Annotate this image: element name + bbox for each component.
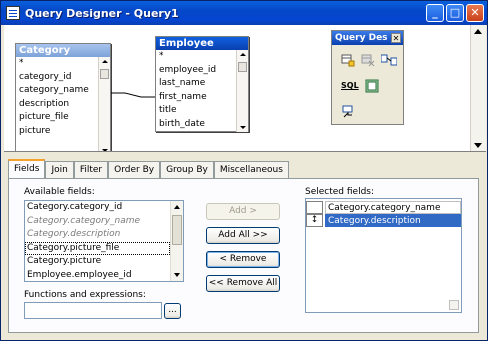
add-all-button[interactable]: Add All >> [206,227,280,244]
available-fields-list[interactable]: Category.category_id Category.category_n… [24,200,184,282]
list-item[interactable]: Category.category_name [25,215,183,229]
selected-field-row[interactable]: Category.category_name [306,201,461,214]
selected-field-row[interactable]: ↕ Category.description [306,214,461,227]
tab-group-by[interactable]: Group By [160,161,214,178]
title-bar[interactable]: Query Designer - Query1 _ □ ✕ [1,1,487,25]
query-diagram-pane[interactable]: Category * category_id category_name des… [4,25,486,152]
table-field[interactable]: * [19,57,110,71]
tab-order-by[interactable]: Order By [108,161,161,178]
selected-field-name[interactable]: Category.description [325,214,461,227]
functions-expressions-input[interactable] [24,302,162,319]
table-field[interactable]: description [19,98,110,112]
scroll-up-icon[interactable] [102,60,108,63]
join-line[interactable] [111,85,156,105]
tab-filter[interactable]: Filter [73,161,109,178]
diagram-scrollbar[interactable] [470,25,486,151]
minimize-button[interactable]: _ [426,4,444,22]
close-button[interactable]: ✕ [466,4,484,22]
list-item[interactable]: Category.description [25,228,183,242]
table-field[interactable]: birth_date [159,118,248,132]
scroll-thumb[interactable] [100,69,109,79]
table-field[interactable]: category_id [19,71,110,85]
table-field[interactable]: category_name [19,84,110,98]
toolbox-close-icon[interactable]: ✕ [391,33,401,43]
category-table[interactable]: Category * category_id category_name des… [15,43,111,151]
pane-splitter[interactable] [4,152,486,156]
list-item[interactable]: Employee.employee_id [25,269,183,282]
join-icon[interactable] [380,53,398,67]
table-field[interactable]: picture [19,125,110,139]
drag-handle-icon[interactable] [306,201,323,214]
resize-grip[interactable] [449,300,459,310]
table-field[interactable]: first_name [159,91,248,105]
table-title[interactable]: Category [16,44,110,57]
sql-icon[interactable]: SQL [341,79,359,93]
table-title[interactable]: Employee [156,37,248,50]
toolbox-title: Query Des [335,33,388,43]
redirect-icon[interactable] [341,105,355,119]
selected-field-name[interactable]: Category.category_name [325,201,461,214]
table-scrollbar[interactable] [236,50,248,132]
tab-miscellaneous[interactable]: Miscellaneous [213,161,289,178]
employee-table[interactable]: Employee * employee_id last_name first_n… [155,36,249,132]
table-field[interactable]: * [159,50,248,64]
list-item[interactable]: Category.category_id [25,201,183,215]
scroll-thumb[interactable] [238,62,247,72]
scroll-down-icon[interactable] [240,126,246,129]
selected-fields-list[interactable]: Category.category_name ↕ Category.descri… [305,198,462,313]
scroll-up-icon[interactable] [174,205,180,209]
add-table-icon[interactable] [341,53,355,67]
functions-expressions-label: Functions and expressions: [24,290,146,300]
fields-tab-panel: Available fields: Category.category_id C… [8,178,479,333]
table-field[interactable]: last_name [159,77,248,91]
scroll-thumb[interactable] [172,215,182,245]
list-item[interactable]: Category.picture_file [25,241,170,255]
window-title: Query Designer - Query1 [25,6,179,20]
table-field[interactable]: picture_file [19,111,110,125]
drag-handle-icon[interactable]: ↕ [306,214,323,227]
add-button[interactable]: Add > [206,203,280,220]
available-fields-scrollbar[interactable] [170,201,183,281]
scroll-up-icon[interactable] [474,29,482,34]
remove-button[interactable]: < Remove [206,251,280,268]
table-field[interactable]: title [159,104,248,118]
available-fields-label: Available fields: [24,187,95,197]
expression-builder-button[interactable]: ... [164,303,181,319]
tab-join[interactable]: Join [45,161,74,178]
remove-all-button[interactable]: << Remove All [206,275,280,292]
selected-fields-label: Selected fields: [305,187,375,197]
scroll-up-icon[interactable] [240,53,246,56]
scroll-down-icon[interactable] [474,143,482,148]
query-designer-toolbox[interactable]: Query Des ✕ SQL [331,30,404,125]
tab-fields[interactable]: Fields [8,159,46,179]
maximize-button[interactable]: □ [446,4,464,22]
list-item[interactable]: Category.picture [25,255,183,269]
scroll-down-icon[interactable] [174,273,180,277]
query-designer-icon [6,6,20,20]
remove-table-icon[interactable] [361,53,375,67]
query-designer-window: Query Designer - Query1 _ □ ✕ Category *… [0,0,488,341]
table-scrollbar[interactable] [98,57,110,151]
form-icon[interactable] [365,79,379,93]
table-field[interactable]: employee_id [159,64,248,78]
tab-strip: Fields Join Filter Order By Group By Mis… [8,159,289,179]
